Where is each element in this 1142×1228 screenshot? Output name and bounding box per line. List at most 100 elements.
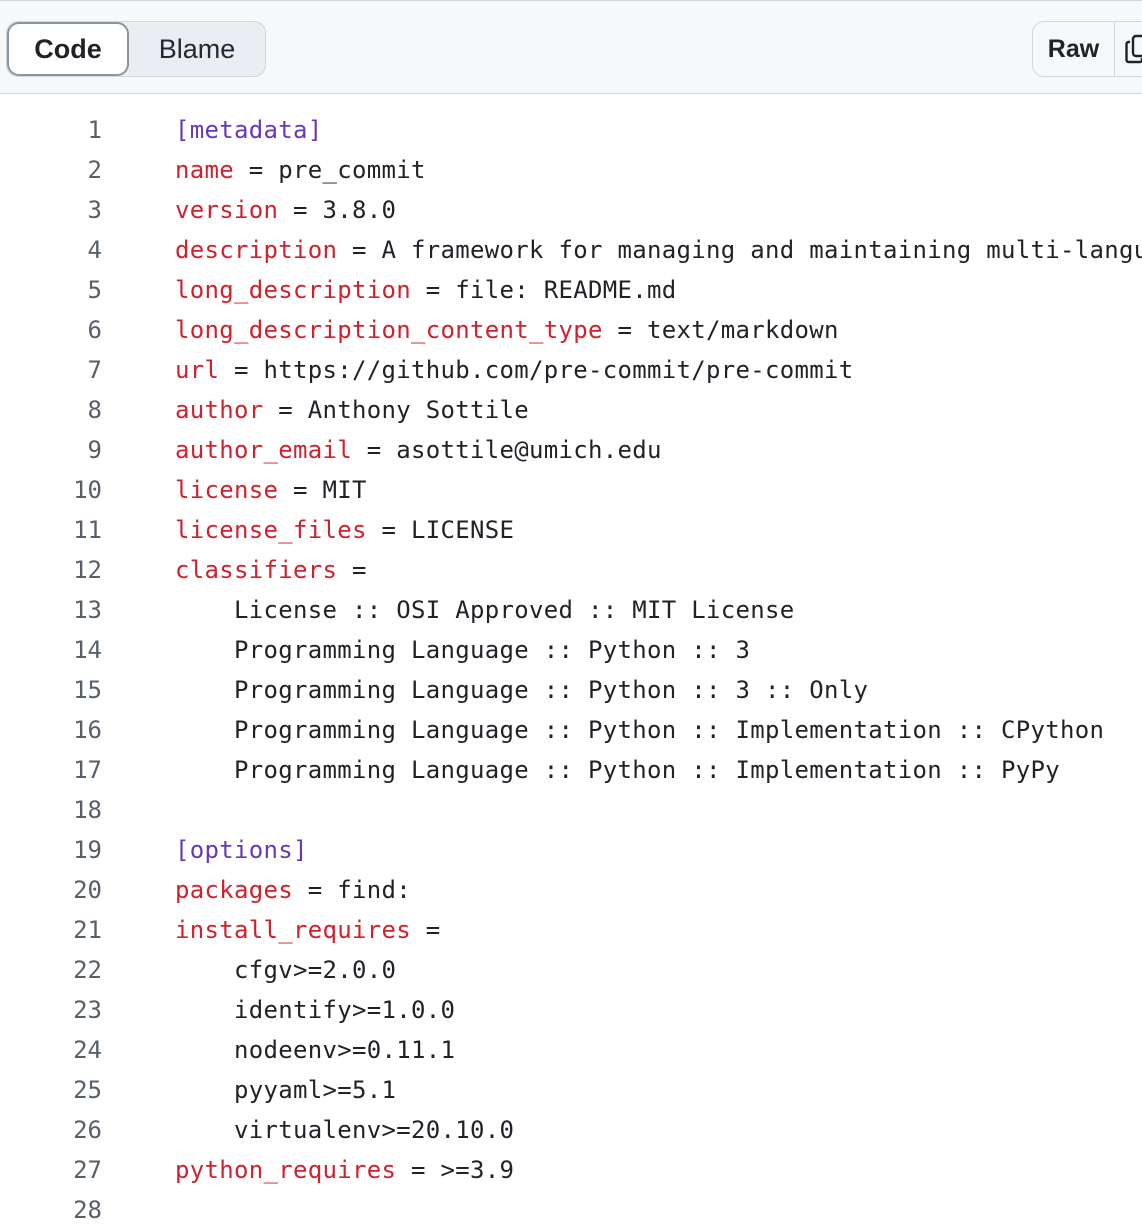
config-key: author_email (175, 436, 352, 464)
line-number[interactable]: 3 (0, 190, 102, 230)
line-number[interactable]: 9 (0, 430, 102, 470)
config-key: long_description_content_type (175, 316, 603, 344)
config-value: nodeenv>=0.11.1 (175, 1036, 456, 1064)
line-number[interactable]: 13 (0, 590, 102, 630)
line-number[interactable]: 5 (0, 270, 102, 310)
line-number[interactable]: 12 (0, 550, 102, 590)
config-key: classifiers (175, 556, 338, 584)
raw-button[interactable]: Raw (1033, 22, 1115, 76)
config-value: = asottile@umich.edu (352, 436, 662, 464)
code-line: 22 cfgv>=2.0.0 (0, 950, 1142, 990)
line-number[interactable]: 4 (0, 230, 102, 270)
code-line: 17 Programming Language :: Python :: Imp… (0, 750, 1142, 790)
line-content: identify>=1.0.0 (175, 990, 455, 1030)
config-key: name (175, 156, 234, 184)
line-content: name = pre_commit (175, 150, 426, 190)
line-content: License :: OSI Approved :: MIT License (175, 590, 794, 630)
config-value: pyyaml>=5.1 (175, 1076, 397, 1104)
line-content: long_description_content_type = text/mar… (175, 310, 839, 350)
line-number[interactable]: 17 (0, 750, 102, 790)
config-value: = https://github.com/pre-commit/pre-comm… (219, 356, 854, 384)
config-value: = (411, 916, 441, 944)
config-value: License :: OSI Approved :: MIT License (175, 596, 795, 624)
line-content: Programming Language :: Python :: 3 :: O… (175, 670, 868, 710)
line-content: packages = find: (175, 870, 411, 910)
code-line: 8 author = Anthony Sottile (0, 390, 1142, 430)
line-number[interactable]: 11 (0, 510, 102, 550)
file-toolbar: Code Blame Raw (0, 0, 1142, 94)
config-key: python_requires (175, 1156, 397, 1184)
line-number[interactable]: 26 (0, 1110, 102, 1150)
code-line: 7 url = https://github.com/pre-commit/pre… (0, 350, 1142, 390)
line-number[interactable]: 23 (0, 990, 102, 1030)
line-number[interactable]: 2 (0, 150, 102, 190)
config-key: packages (175, 876, 293, 904)
code-line: 25 pyyaml>=5.1 (0, 1070, 1142, 1110)
code-line: 4 description = A framework for managing … (0, 230, 1142, 270)
config-value: Programming Language :: Python :: 3 :: O… (175, 676, 869, 704)
code-line: 27 python_requires = >=3.9 (0, 1150, 1142, 1190)
copy-raw-button[interactable] (1115, 22, 1142, 76)
line-number[interactable]: 14 (0, 630, 102, 670)
code-line: 9 author_email = asottile@umich.edu (0, 430, 1142, 470)
line-content: url = https://github.com/pre-commit/pre-… (175, 350, 853, 390)
line-number[interactable]: 25 (0, 1070, 102, 1110)
line-number[interactable]: 7 (0, 350, 102, 390)
line-number[interactable]: 24 (0, 1030, 102, 1070)
config-value: = text/markdown (602, 316, 839, 344)
code-line: 28 (0, 1190, 1142, 1228)
code-line: 26 virtualenv>=20.10.0 (0, 1110, 1142, 1150)
line-content: version = 3.8.0 (175, 190, 396, 230)
line-number[interactable]: 1 (0, 110, 102, 150)
line-number[interactable]: 22 (0, 950, 102, 990)
line-number[interactable]: 21 (0, 910, 102, 950)
config-value: = pre_commit (234, 156, 426, 184)
line-number[interactable]: 16 (0, 710, 102, 750)
line-number[interactable]: 15 (0, 670, 102, 710)
code-line: 19 [options] (0, 830, 1142, 870)
file-viewer: Code Blame Raw 1 [metadata] 2 name = pre_co… (0, 0, 1142, 1228)
line-number[interactable]: 20 (0, 870, 102, 910)
code-line: 16 Programming Language :: Python :: Imp… (0, 710, 1142, 750)
line-content: classifiers = (175, 550, 367, 590)
config-value: Programming Language :: Python :: 3 (175, 636, 751, 664)
line-content: author = Anthony Sottile (175, 390, 529, 430)
code-line: 23 identify>=1.0.0 (0, 990, 1142, 1030)
line-content: long_description = file: README.md (175, 270, 677, 310)
code-line: 10 license = MIT (0, 470, 1142, 510)
line-number[interactable]: 10 (0, 470, 102, 510)
config-key: url (175, 356, 220, 384)
line-content: install_requires = (175, 910, 441, 950)
line-content: author_email = asottile@umich.edu (175, 430, 662, 470)
section-header: [metadata] (175, 116, 323, 144)
config-key: author (175, 396, 264, 424)
line-content: license_files = LICENSE (175, 510, 514, 550)
line-number[interactable]: 27 (0, 1150, 102, 1190)
code-line: 12 classifiers = (0, 550, 1142, 590)
config-value: cfgv>=2.0.0 (175, 956, 397, 984)
config-key: version (175, 196, 279, 224)
line-number[interactable]: 18 (0, 790, 102, 830)
config-value: = MIT (278, 476, 367, 504)
line-number[interactable]: 8 (0, 390, 102, 430)
line-content: [metadata] (175, 110, 323, 150)
config-value: virtualenv>=20.10.0 (175, 1116, 515, 1144)
code-line: 15 Programming Language :: Python :: 3 :… (0, 670, 1142, 710)
config-key: license (175, 476, 279, 504)
line-content: description = A framework for managing a… (175, 230, 1142, 270)
line-number[interactable]: 6 (0, 310, 102, 350)
line-number[interactable]: 19 (0, 830, 102, 870)
config-value: = 3.8.0 (278, 196, 397, 224)
line-number[interactable]: 28 (0, 1190, 102, 1228)
code-line: 11 license_files = LICENSE (0, 510, 1142, 550)
blame-tab-button[interactable]: Blame (129, 22, 265, 76)
config-value: = LICENSE (366, 516, 515, 544)
code-line: 1 [metadata] (0, 110, 1142, 150)
config-value: = (337, 556, 367, 584)
config-key: long_description (175, 276, 411, 304)
line-content: cfgv>=2.0.0 (175, 950, 396, 990)
config-value: = A framework for managing and maintaini… (337, 236, 1142, 264)
line-content: python_requires = >=3.9 (175, 1150, 514, 1190)
code-tab-button[interactable]: Code (7, 22, 129, 76)
line-content: virtualenv>=20.10.0 (175, 1110, 514, 1150)
